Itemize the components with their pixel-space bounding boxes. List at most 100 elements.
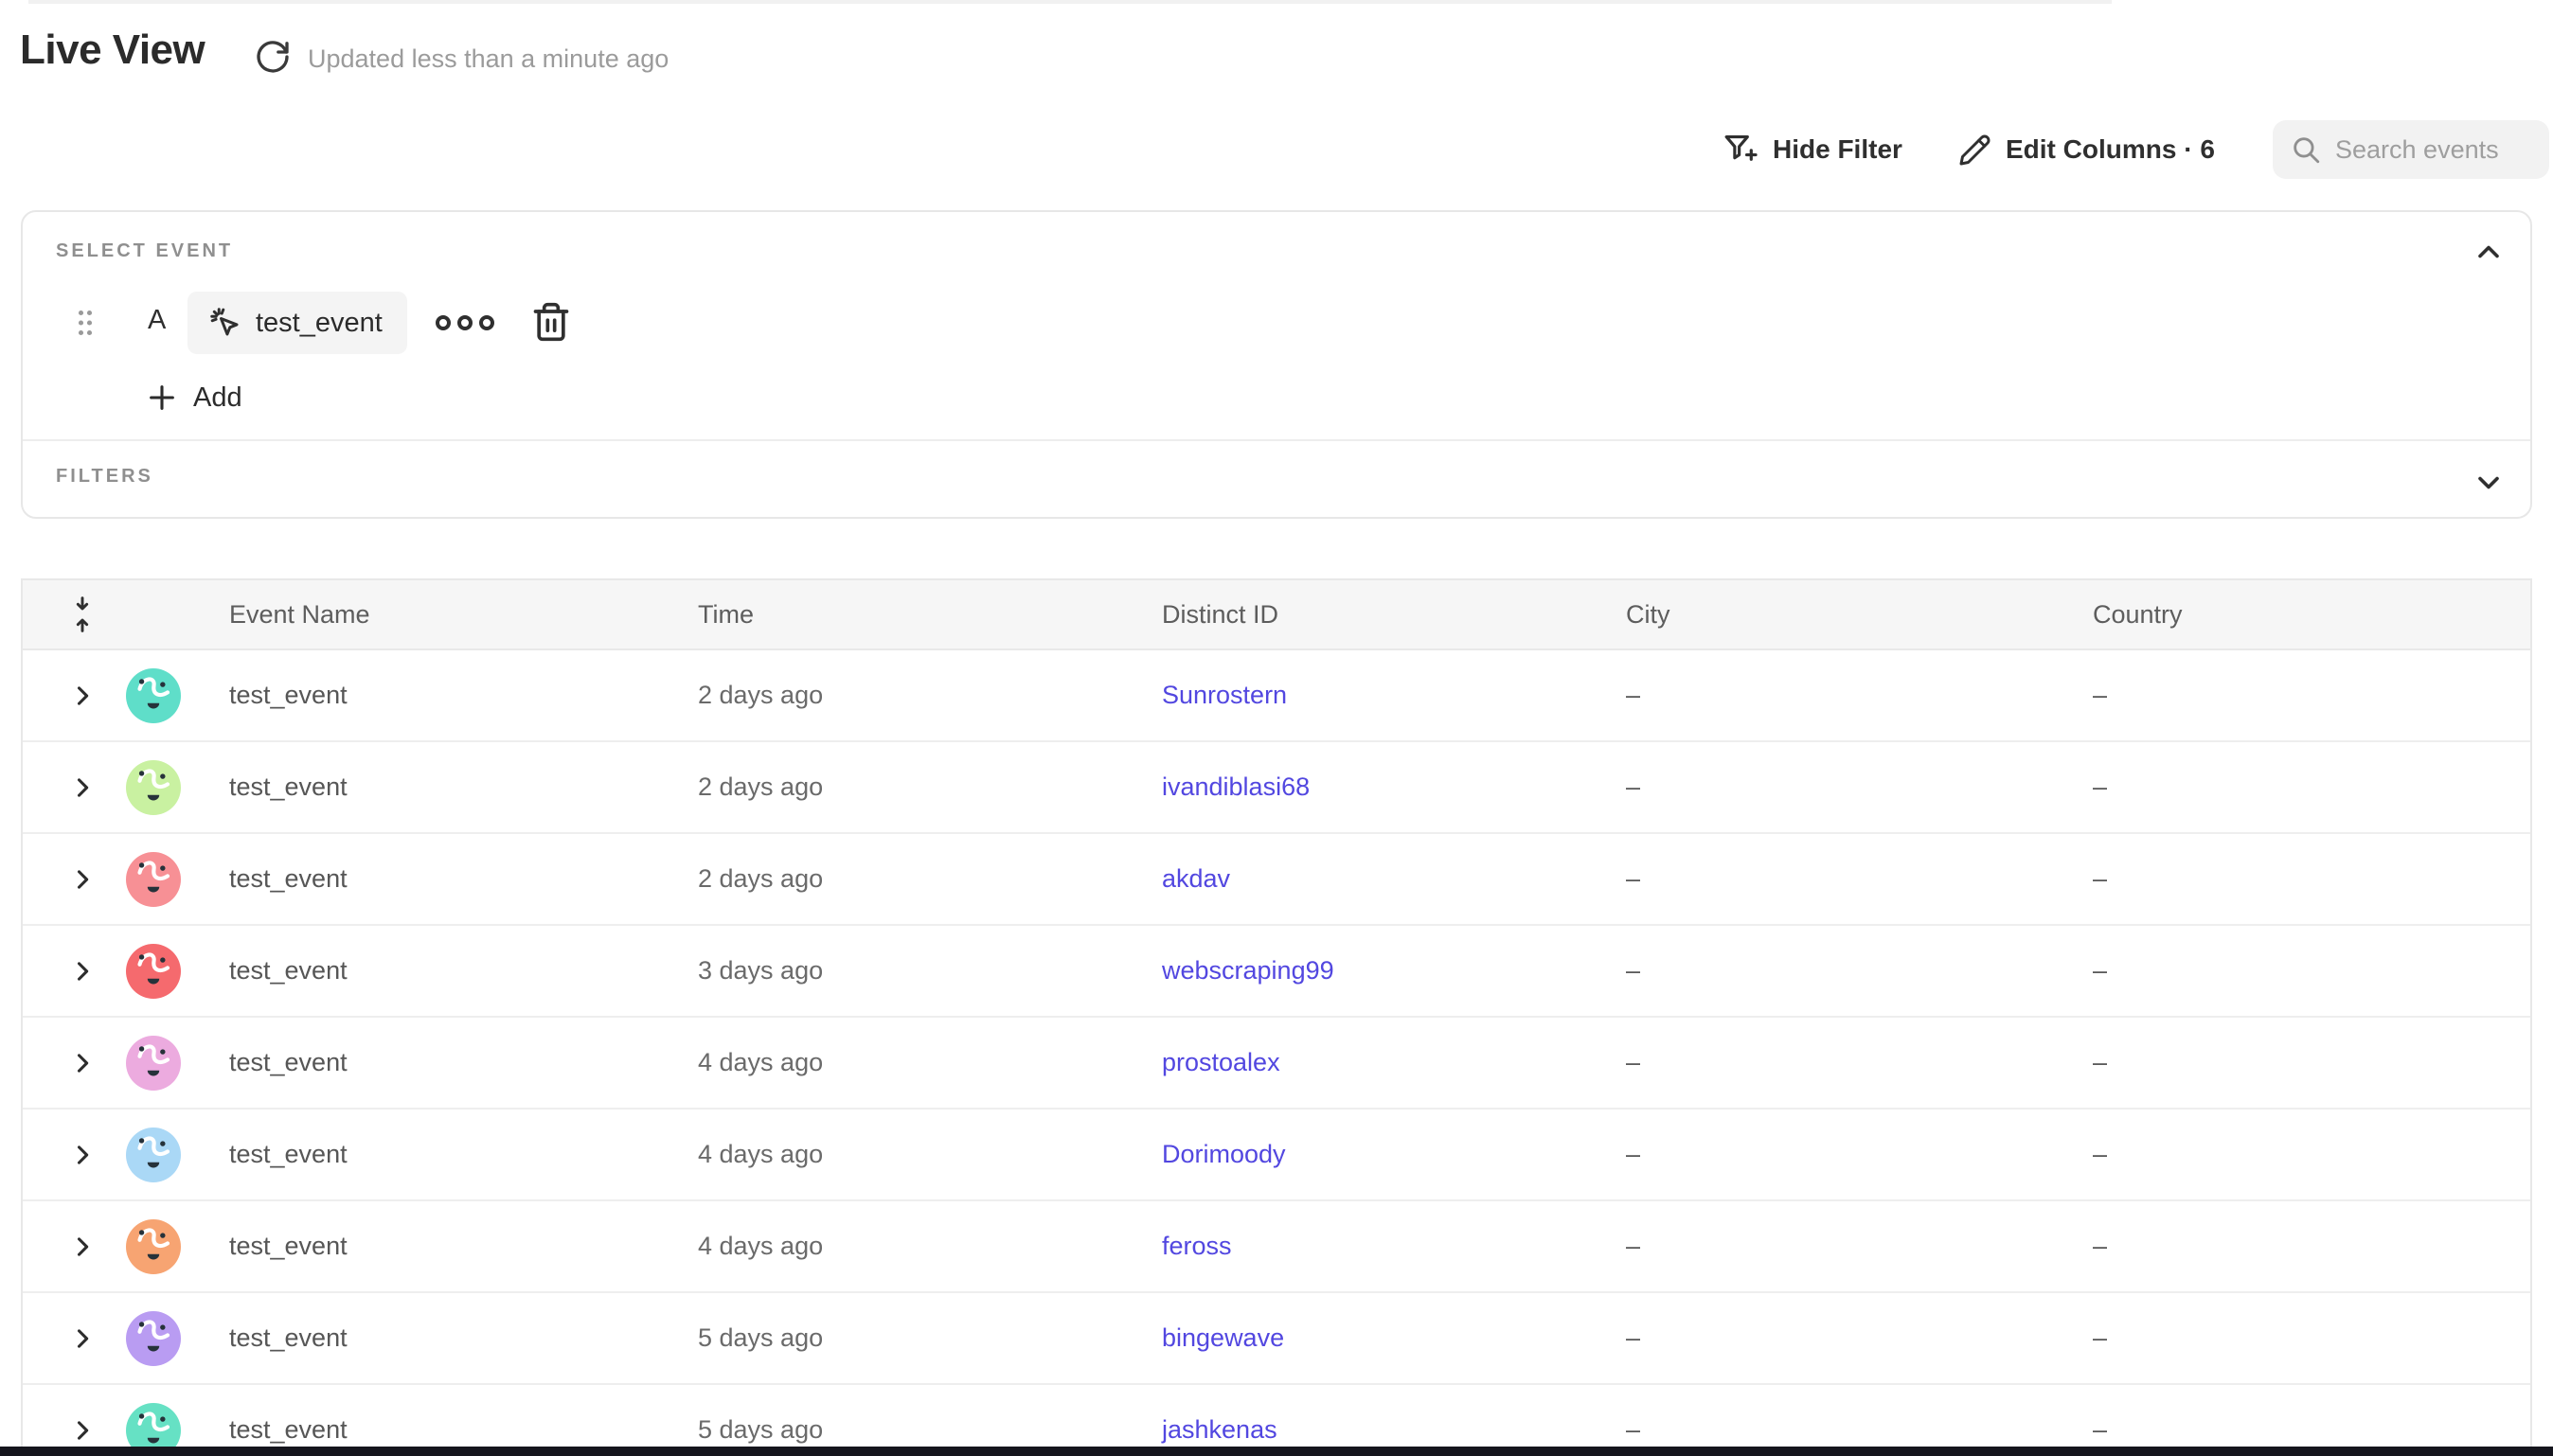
refresh-button[interactable] xyxy=(254,38,292,76)
expand-row-button[interactable] xyxy=(65,1230,99,1264)
more-options-icon xyxy=(434,311,496,335)
hide-filter-label: Hide Filter xyxy=(1773,134,1902,165)
country-cell: – xyxy=(2093,772,2107,801)
expand-row-button[interactable] xyxy=(65,1413,99,1447)
collapse-rows-icon xyxy=(67,595,98,633)
city-cell: – xyxy=(1626,1048,1640,1076)
country-cell: – xyxy=(2093,681,2107,709)
table-row: test_event 4 days ago Dorimoody – – xyxy=(23,1110,2530,1201)
chevron-right-icon xyxy=(69,1325,96,1352)
user-avatar[interactable] xyxy=(126,1036,181,1091)
time-cell: 5 days ago xyxy=(698,1415,823,1444)
expand-row-button[interactable] xyxy=(65,771,99,805)
table-row: test_event 2 days ago ivandiblasi68 – – xyxy=(23,742,2530,834)
expand-filters-button[interactable] xyxy=(2472,466,2506,500)
column-header-country[interactable]: Country xyxy=(2093,600,2530,630)
chevron-right-icon xyxy=(69,1142,96,1168)
expand-row-button[interactable] xyxy=(65,954,99,988)
plus-icon xyxy=(146,382,178,414)
edit-columns-button[interactable]: Edit Columns · 6 xyxy=(1958,120,2215,179)
selected-event-chip[interactable]: test_event xyxy=(187,292,407,354)
country-cell: – xyxy=(2093,1048,2107,1076)
avatar-face-icon xyxy=(126,760,181,815)
distinct-id-link[interactable]: ivandiblasi68 xyxy=(1162,772,1310,801)
user-avatar[interactable] xyxy=(126,1128,181,1182)
search-events-input[interactable] xyxy=(2335,135,2525,165)
event-name-cell: test_event xyxy=(229,1415,348,1444)
add-event-button[interactable]: Add xyxy=(146,375,242,420)
time-cell: 4 days ago xyxy=(698,1048,823,1076)
column-header-event-name[interactable]: Event Name xyxy=(193,600,698,630)
city-cell: – xyxy=(1626,1323,1640,1352)
expand-row-button[interactable] xyxy=(65,679,99,713)
table-row: test_event 4 days ago feross – – xyxy=(23,1201,2530,1293)
distinct-id-link[interactable]: webscraping99 xyxy=(1162,956,1334,985)
edit-columns-label: Edit Columns · 6 xyxy=(2006,134,2215,165)
delete-event-button[interactable] xyxy=(530,299,572,346)
event-name-cell: test_event xyxy=(229,772,348,801)
column-header-city[interactable]: City xyxy=(1626,600,2093,630)
user-avatar[interactable] xyxy=(126,760,181,815)
expand-row-button[interactable] xyxy=(65,862,99,897)
expand-row-button[interactable] xyxy=(65,1322,99,1356)
top-divider xyxy=(28,0,2112,4)
user-avatar[interactable] xyxy=(126,668,181,723)
collapse-select-event-button[interactable] xyxy=(2472,235,2506,269)
expand-row-button[interactable] xyxy=(65,1138,99,1172)
column-header-time[interactable]: Time xyxy=(698,600,1162,630)
city-cell: – xyxy=(1626,1232,1640,1260)
event-name-cell: test_event xyxy=(229,864,348,893)
distinct-id-link[interactable]: feross xyxy=(1162,1232,1232,1260)
user-avatar[interactable] xyxy=(126,944,181,999)
country-cell: – xyxy=(2093,864,2107,893)
avatar-face-icon xyxy=(126,1219,181,1274)
time-cell: 2 days ago xyxy=(698,772,823,801)
table-row: test_event 5 days ago bingewave – – xyxy=(23,1293,2530,1385)
chevron-up-icon xyxy=(2472,235,2506,269)
user-avatar[interactable] xyxy=(126,852,181,907)
event-clause-row: A test_event xyxy=(23,292,2530,354)
country-cell: – xyxy=(2093,1323,2107,1352)
event-name-cell: test_event xyxy=(229,681,348,709)
country-cell: – xyxy=(2093,1140,2107,1168)
event-more-options-button[interactable] xyxy=(434,301,496,345)
hide-filter-button[interactable]: Hide Filter xyxy=(1723,120,1902,179)
table-row: test_event 4 days ago prostoalex – – xyxy=(23,1018,2530,1110)
distinct-id-link[interactable]: jashkenas xyxy=(1162,1415,1277,1444)
user-avatar[interactable] xyxy=(126,1311,181,1366)
column-header-distinct-id[interactable]: Distinct ID xyxy=(1162,600,1626,630)
panel-divider xyxy=(23,439,2530,441)
city-cell: – xyxy=(1626,1415,1640,1444)
user-avatar[interactable] xyxy=(126,1403,181,1447)
distinct-id-link[interactable]: bingewave xyxy=(1162,1323,1284,1352)
chevron-right-icon xyxy=(69,1234,96,1260)
distinct-id-link[interactable]: prostoalex xyxy=(1162,1048,1280,1076)
table-row: test_event 2 days ago Sunrostern – – xyxy=(23,650,2530,742)
chevron-right-icon xyxy=(69,1050,96,1076)
expand-row-button[interactable] xyxy=(65,1046,99,1080)
avatar-face-icon xyxy=(126,1403,181,1447)
search-events-box[interactable] xyxy=(2273,120,2549,179)
drag-dots-icon xyxy=(71,306,99,340)
chevron-right-icon xyxy=(69,958,96,985)
time-cell: 4 days ago xyxy=(698,1232,823,1260)
table-row: test_event 2 days ago akdav – – xyxy=(23,834,2530,926)
selected-event-name: test_event xyxy=(256,308,383,339)
avatar-face-icon xyxy=(126,1311,181,1366)
chevron-right-icon xyxy=(69,1417,96,1444)
distinct-id-link[interactable]: Sunrostern xyxy=(1162,681,1287,709)
collapse-all-button[interactable] xyxy=(67,595,98,633)
user-avatar[interactable] xyxy=(126,1219,181,1274)
distinct-id-link[interactable]: Dorimoody xyxy=(1162,1140,1286,1168)
filter-plus-icon xyxy=(1723,132,1759,168)
drag-handle[interactable] xyxy=(71,306,99,340)
distinct-id-link[interactable]: akdav xyxy=(1162,864,1230,893)
updated-status: Updated less than a minute ago xyxy=(308,44,669,74)
table-body: test_event 2 days ago Sunrostern – – xyxy=(23,650,2530,1447)
city-cell: – xyxy=(1626,681,1640,709)
avatar-face-icon xyxy=(126,1036,181,1091)
filters-label: FILTERS xyxy=(56,466,153,488)
table-row: test_event 3 days ago webscraping99 – – xyxy=(23,926,2530,1018)
cursor-click-icon xyxy=(208,306,242,340)
chevron-right-icon xyxy=(69,683,96,709)
